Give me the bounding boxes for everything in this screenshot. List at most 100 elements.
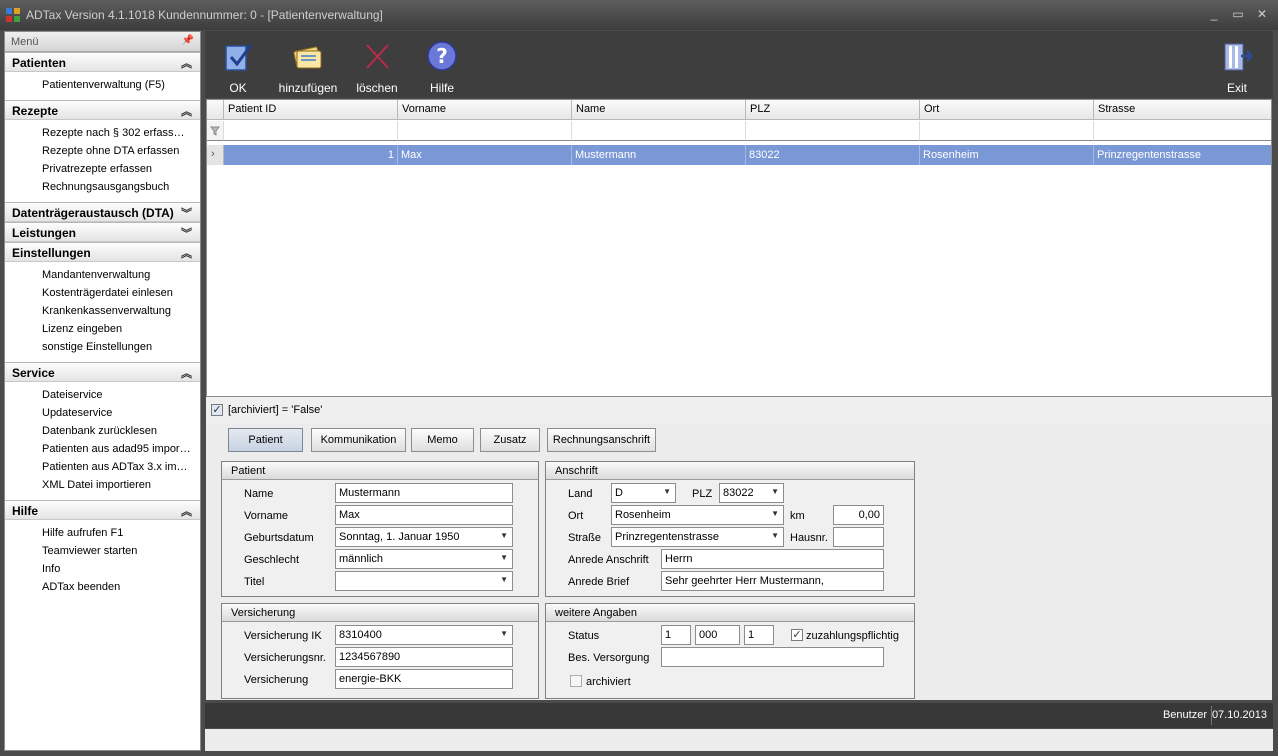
anrede-anschrift-field[interactable]: Herrn bbox=[661, 549, 884, 569]
sidebar-item-privatrezepte[interactable]: Privatrezepte erfassen bbox=[5, 160, 200, 178]
chevron-up-icon[interactable]: ︽ bbox=[181, 245, 192, 261]
chevron-up-icon[interactable]: ︽ bbox=[181, 55, 192, 71]
delete-button[interactable]: löschen bbox=[355, 37, 399, 97]
chevron-down-icon[interactable]: ︾ bbox=[181, 225, 192, 241]
strasse-select[interactable]: Prinzregentenstrasse ▼ bbox=[611, 527, 784, 547]
sidebar-item-rezepte-ohne-dta[interactable]: Rezepte ohne DTA erfassen bbox=[5, 142, 200, 160]
close-button[interactable]: ✕ bbox=[1254, 6, 1270, 22]
row-selector-chevron-icon[interactable]: › bbox=[207, 145, 224, 165]
bes-versorgung-field[interactable] bbox=[661, 647, 884, 667]
sidebar-item-teamviewer[interactable]: Teamviewer starten bbox=[5, 542, 200, 560]
sidebar-item-datenbank-zuruecklesen[interactable]: Datenbank zurücklesen bbox=[5, 422, 200, 440]
sidebar-item-beenden[interactable]: ADTax beenden bbox=[5, 578, 200, 596]
cell-vorname[interactable]: Max bbox=[398, 145, 572, 165]
pin-icon[interactable]: 📌 bbox=[182, 35, 194, 46]
cell-plz[interactable]: 83022 bbox=[746, 145, 920, 165]
cell-strasse[interactable]: Prinzregentenstrasse bbox=[1094, 145, 1271, 165]
filter-cell[interactable] bbox=[1094, 121, 1271, 141]
vorname-field[interactable]: Max bbox=[335, 505, 513, 525]
chevron-up-icon[interactable]: ︽ bbox=[181, 103, 192, 119]
cell-patient-id[interactable]: 1 bbox=[224, 145, 398, 165]
sidebar-item-hilfe-aufrufen[interactable]: Hilfe aufrufen F1 bbox=[5, 524, 200, 542]
plz-select[interactable]: 83022 ▼ bbox=[719, 483, 784, 503]
sidebar-item-kostentraegerdatei[interactable]: Kostenträgerdatei einlesen bbox=[5, 284, 200, 302]
dropdown-arrow-icon[interactable]: ▼ bbox=[500, 531, 508, 540]
versicherungsnr-field[interactable]: 1234567890 bbox=[335, 647, 513, 667]
column-header-vorname[interactable]: Vorname bbox=[398, 100, 572, 120]
archiviert-checkbox[interactable] bbox=[570, 675, 582, 687]
filter-cell[interactable] bbox=[920, 121, 1094, 141]
group-leistungen[interactable]: Leistungen ︾ bbox=[5, 222, 200, 242]
ort-select[interactable]: Rosenheim ▼ bbox=[611, 505, 784, 525]
filter-checkbox[interactable]: ✓ bbox=[211, 404, 223, 416]
group-rezepte[interactable]: Rezepte ︽ bbox=[5, 100, 200, 120]
chevron-down-icon[interactable]: ︾ bbox=[181, 205, 192, 221]
dropdown-arrow-icon[interactable]: ▼ bbox=[771, 487, 779, 496]
land-select[interactable]: D ▼ bbox=[611, 483, 676, 503]
filter-cell[interactable] bbox=[746, 121, 920, 141]
dropdown-arrow-icon[interactable]: ▼ bbox=[663, 487, 671, 496]
sidebar-item-krankenkassenverwaltung[interactable]: Krankenkassenverwaltung bbox=[5, 302, 200, 320]
sidebar-item-updateservice[interactable]: Updateservice bbox=[5, 404, 200, 422]
group-patienten[interactable]: Patienten ︽ bbox=[5, 52, 200, 72]
sidebar-item-sonstige-einstellungen[interactable]: sonstige Einstellungen bbox=[5, 338, 200, 356]
column-header-ort[interactable]: Ort bbox=[920, 100, 1094, 120]
help-button[interactable]: ? Hilfe bbox=[423, 37, 461, 97]
cell-name[interactable]: Mustermann bbox=[572, 145, 746, 165]
geburtsdatum-picker[interactable]: Sonntag, 1. Januar 1950 ▼ bbox=[335, 527, 513, 547]
dropdown-arrow-icon[interactable]: ▼ bbox=[500, 575, 508, 584]
sidebar-item-import-adad95[interactable]: Patienten aus adad95 impor… bbox=[5, 440, 200, 458]
maximize-button[interactable]: ▭ bbox=[1230, 6, 1246, 22]
tab-memo[interactable]: Memo bbox=[411, 428, 474, 452]
tab-zusatz[interactable]: Zusatz bbox=[480, 428, 540, 452]
dropdown-arrow-icon[interactable]: ▼ bbox=[500, 553, 508, 562]
dropdown-arrow-icon[interactable]: ▼ bbox=[771, 531, 779, 540]
tab-rechnungsanschrift[interactable]: Rechnungsanschrift bbox=[547, 428, 656, 452]
dropdown-arrow-icon[interactable]: ▼ bbox=[771, 509, 779, 518]
filter-cell[interactable] bbox=[398, 121, 572, 141]
sidebar-item-info[interactable]: Info bbox=[5, 560, 200, 578]
status-date: 07.10.2013 bbox=[1211, 709, 1267, 721]
filter-expression[interactable]: [archiviert] = 'False' bbox=[228, 404, 322, 416]
sidebar-item-xml-import[interactable]: XML Datei importieren bbox=[5, 476, 200, 494]
column-header-plz[interactable]: PLZ bbox=[746, 100, 920, 120]
cell-ort[interactable]: Rosenheim bbox=[920, 145, 1094, 165]
column-header-name[interactable]: Name bbox=[572, 100, 746, 120]
sidebar-item-patientenverwaltung[interactable]: Patientenverwaltung (F5) bbox=[5, 76, 200, 94]
minimize-button[interactable]: _ bbox=[1206, 6, 1222, 22]
versicherung-ik-select[interactable]: 8310400 ▼ bbox=[335, 625, 513, 645]
dropdown-arrow-icon[interactable]: ▼ bbox=[500, 629, 508, 638]
add-button[interactable]: hinzufügen bbox=[275, 37, 341, 97]
sidebar-item-mandantenverwaltung[interactable]: Mandantenverwaltung bbox=[5, 266, 200, 284]
zuzahlungspflichtig-checkbox[interactable]: ✓ bbox=[791, 629, 803, 641]
filter-cell[interactable] bbox=[224, 121, 398, 141]
column-header-strasse[interactable]: Strasse bbox=[1094, 100, 1271, 120]
group-service[interactable]: Service ︽ bbox=[5, 362, 200, 382]
exit-button[interactable]: Exit bbox=[1217, 37, 1257, 97]
geschlecht-select[interactable]: männlich ▼ bbox=[335, 549, 513, 569]
column-header-patient-id[interactable]: Patient ID bbox=[224, 100, 398, 120]
status-field-1[interactable]: 1 bbox=[661, 625, 691, 645]
status-field-3[interactable]: 1 bbox=[744, 625, 774, 645]
ok-button[interactable]: OK bbox=[217, 37, 259, 97]
sidebar-item-rezepte-302[interactable]: Rezepte nach § 302 erfass… bbox=[5, 124, 200, 142]
versicherung-field[interactable]: energie-BKK bbox=[335, 669, 513, 689]
km-field[interactable]: 0,00 bbox=[833, 505, 884, 525]
sidebar-item-dateiservice[interactable]: Dateiservice bbox=[5, 386, 200, 404]
chevron-up-icon[interactable]: ︽ bbox=[181, 365, 192, 381]
tab-kommunikation[interactable]: Kommunikation bbox=[311, 428, 406, 452]
filter-cell[interactable] bbox=[572, 121, 746, 141]
group-hilfe[interactable]: Hilfe ︽ bbox=[5, 500, 200, 520]
name-field[interactable]: Mustermann bbox=[335, 483, 513, 503]
hausnr-field[interactable] bbox=[833, 527, 884, 547]
sidebar-item-rechnungsausgangsbuch[interactable]: Rechnungsausgangsbuch bbox=[5, 178, 200, 196]
titel-select[interactable]: ▼ bbox=[335, 571, 513, 591]
anrede-brief-field[interactable]: Sehr geehrter Herr Mustermann, bbox=[661, 571, 884, 591]
sidebar-item-import-adtax3[interactable]: Patienten aus ADTax 3.x im… bbox=[5, 458, 200, 476]
sidebar-item-lizenz[interactable]: Lizenz eingeben bbox=[5, 320, 200, 338]
chevron-up-icon[interactable]: ︽ bbox=[181, 503, 192, 519]
status-field-2[interactable]: 000 bbox=[695, 625, 740, 645]
group-dta[interactable]: Datenträgeraustausch (DTA) ︾ bbox=[5, 202, 200, 222]
group-einstellungen[interactable]: Einstellungen ︽ bbox=[5, 242, 200, 262]
tab-patient[interactable]: Patient bbox=[228, 428, 303, 452]
